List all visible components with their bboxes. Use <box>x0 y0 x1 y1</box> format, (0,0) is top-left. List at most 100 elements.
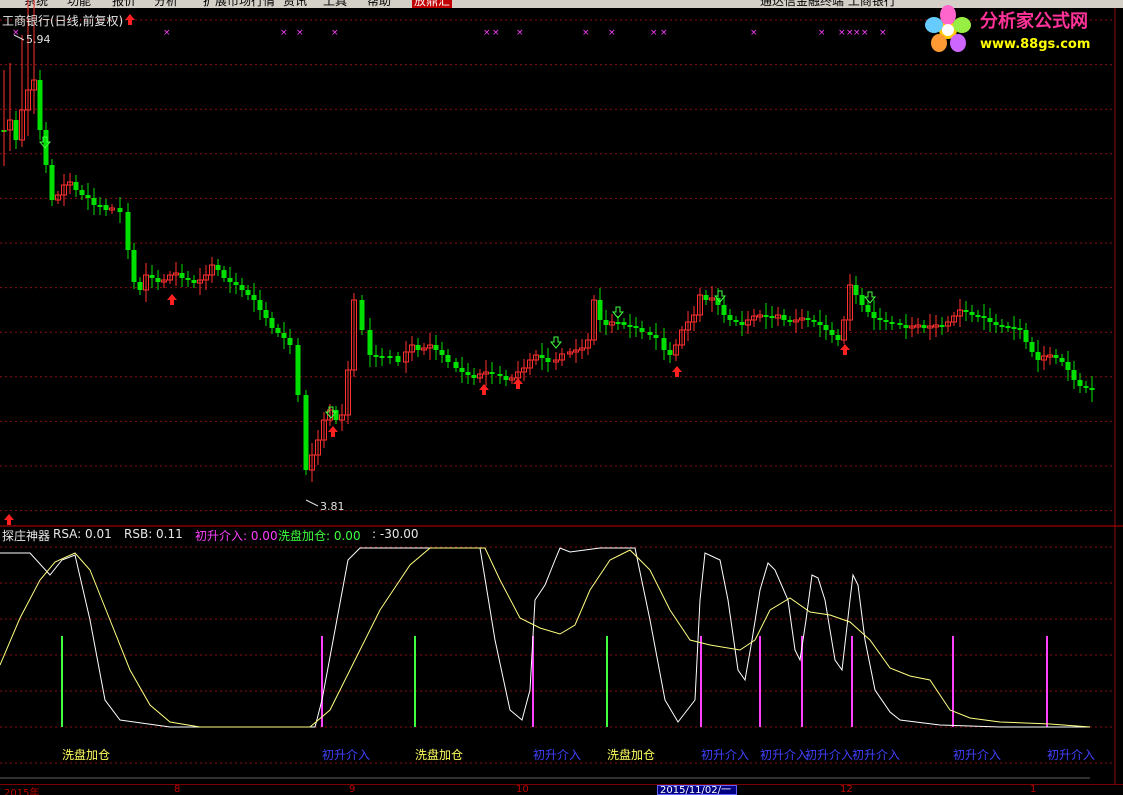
candle-body-down <box>903 325 909 328</box>
xipan-value: 洗盘加仓: 0.00 <box>278 529 361 543</box>
signal-label-chusheng: 初升介入 <box>760 748 809 762</box>
candle-body-down <box>727 315 733 320</box>
candle-body-down <box>245 290 251 295</box>
candle-body-down <box>1071 370 1077 380</box>
candle-body-down <box>221 270 227 278</box>
candle-body-down <box>897 323 903 325</box>
candle-body-down <box>155 278 161 282</box>
rsa-value: RSA: 0.01 <box>53 527 112 541</box>
candle-body-down <box>1005 326 1011 328</box>
x-marker-icon: × <box>582 28 590 38</box>
chusheng-value: 初升介入: 0.00 <box>195 529 278 543</box>
candle-body-down <box>721 305 727 315</box>
x-marker-icon: × <box>750 28 758 38</box>
x-marker-icon: × <box>660 28 668 38</box>
x-marker-icon: × <box>483 28 491 38</box>
time-axis-label: 9 <box>349 784 356 795</box>
candle-body-down <box>763 315 769 317</box>
candle-body-down <box>539 355 545 358</box>
candle-body-down <box>303 395 309 470</box>
candle-body-down <box>1035 352 1041 360</box>
up-arrow-icon <box>167 294 177 305</box>
candle-body-down <box>647 332 653 335</box>
candle-body-down <box>1089 388 1095 390</box>
signal-label-chusheng: 初升介入 <box>953 748 1002 762</box>
rsb-line <box>0 547 1091 728</box>
candle-body-down <box>921 325 927 328</box>
candle-body-down <box>281 333 287 338</box>
candle-body-down <box>13 120 19 140</box>
signal-label-chusheng: 初升介入 <box>533 748 582 762</box>
candle-body-down <box>883 320 889 322</box>
candle-body-down <box>79 190 85 195</box>
candle-body-down <box>85 195 91 198</box>
rsb-value: RSB: 0.11 <box>124 527 183 541</box>
candle-body-down <box>1023 330 1029 342</box>
x-marker-icon: × <box>818 28 826 38</box>
rsa-line <box>0 547 1090 728</box>
candle-body-down <box>373 355 379 357</box>
logo-text: 分析家公式网 <box>980 10 1088 32</box>
candle-body-down <box>639 328 645 332</box>
candle-body-down <box>91 198 97 205</box>
kline-chart: 5.943.81× × × × × × × × × × × × × × × × × × × <box>0 0 1123 795</box>
up-arrow-icon <box>479 384 489 395</box>
candle-body-down <box>1053 355 1059 358</box>
candle-body-down <box>1017 328 1023 330</box>
candle-body-down <box>975 315 981 317</box>
candle-body-down <box>859 295 865 305</box>
candle-body-down <box>395 356 401 362</box>
candle-body-down <box>239 285 245 290</box>
candle-body-down <box>295 345 301 395</box>
candle-body-down <box>453 362 459 368</box>
x-marker-icon: × <box>163 28 171 38</box>
candle-body-down <box>835 335 841 340</box>
x-marker-icon: × <box>12 28 20 38</box>
x-marker-icon: × <box>650 28 658 38</box>
signal-label-chusheng: 初升介入 <box>1047 748 1096 762</box>
candle-body-down <box>805 318 811 320</box>
candle-body-down <box>149 275 155 278</box>
candle-body-down <box>179 273 185 278</box>
candle-body-down <box>215 265 221 270</box>
candle-body-down <box>275 328 281 333</box>
candle-body-down <box>1065 362 1071 370</box>
candle-body-down <box>963 310 969 312</box>
indicator-name: 探庄神器 <box>2 529 51 543</box>
candle-body-down <box>703 295 709 300</box>
candle-body-down <box>103 205 109 210</box>
candle-body-down <box>251 295 257 300</box>
candle-body-down <box>359 300 365 330</box>
candle-body-down <box>981 316 987 318</box>
candle-body-down <box>621 322 627 325</box>
up-arrow-icon <box>840 344 850 355</box>
time-axis-label: 10 <box>516 784 529 795</box>
candle-body-down <box>817 322 823 325</box>
candle-body-down <box>137 282 143 290</box>
candle-body-down <box>287 338 293 345</box>
candle-body-down <box>387 356 393 358</box>
x-marker-icon: × <box>280 28 288 38</box>
signal-label-xipan: 洗盘加仓 <box>607 748 656 762</box>
candle-body-down <box>853 285 859 295</box>
signal-label-chusheng: 初升介入 <box>805 748 854 762</box>
candle-body-down <box>497 374 503 376</box>
candle-body-down <box>829 330 835 335</box>
x-marker-icon: × <box>492 28 500 38</box>
candle-body-down <box>667 350 673 355</box>
candle-body-down <box>769 316 775 318</box>
candle-body-down <box>37 80 43 130</box>
candle-body-down <box>73 182 79 190</box>
candle-body-down <box>269 318 275 328</box>
candle-body-down <box>939 325 945 327</box>
candle-body-down <box>227 278 233 282</box>
candle-body-down <box>131 250 137 282</box>
site-logo: 分析家公式网 www.88gs.com <box>925 5 1090 52</box>
signal-label-chusheng: 初升介入 <box>852 748 901 762</box>
candle-body-down <box>545 358 551 362</box>
up-arrow-icon <box>125 14 135 25</box>
candle-body-down <box>185 278 191 280</box>
candle-body-down <box>459 368 465 372</box>
signal-label-chusheng: 初升介入 <box>322 748 371 762</box>
candle-body-down <box>877 318 883 320</box>
